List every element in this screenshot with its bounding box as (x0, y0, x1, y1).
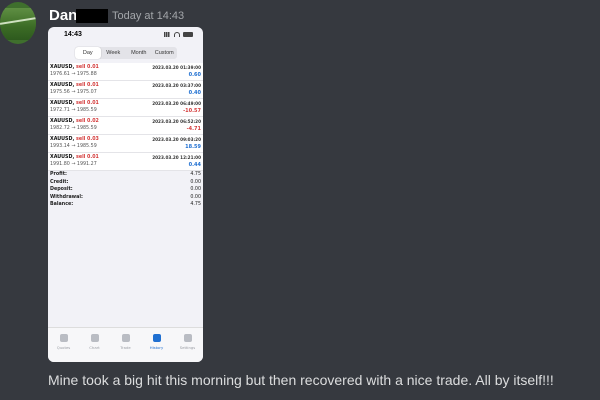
trade-prices: 1991.80 → 1991.27 (50, 162, 97, 167)
tab-custom[interactable]: Custom (152, 47, 178, 59)
trade-profit: 18.59 (185, 144, 201, 150)
tab-label: History (149, 345, 164, 350)
phone-time: 14:43 (64, 31, 82, 38)
trade-prices: 1993.14 → 1985.59 (50, 144, 97, 149)
username[interactable]: Dan (49, 7, 77, 24)
summary-value: 0.00 (190, 194, 201, 200)
message-text: Mine took a big hit this morning but the… (48, 372, 554, 388)
trade-date: 2023.03.20 06:52:20 (152, 119, 201, 124)
trade-symbol: XAUUSD, sell 0.01 (50, 101, 99, 106)
redaction-bar (76, 9, 108, 23)
status-icons (164, 32, 193, 37)
trade-symbol: XAUUSD, sell 0.03 (50, 137, 99, 142)
summary-row: Profit: 4.75 (48, 172, 203, 180)
tab-settings[interactable]: Settings (172, 328, 203, 362)
summary-value: 4.75 (190, 202, 201, 207)
tab-label: Chart (89, 345, 100, 350)
trade-profit: 0.40 (188, 90, 201, 96)
trade-row[interactable]: XAUUSD, sell 0.01 1972.71 → 1985.59 2023… (48, 99, 203, 117)
tab-label: Trade (120, 345, 131, 350)
summary-value: 0.00 (190, 187, 201, 192)
trade-prices: 1976.61 → 1975.88 (50, 72, 97, 77)
summary-label: Profit: (50, 172, 67, 177)
tab-history[interactable]: History (141, 328, 172, 362)
trade-row[interactable]: XAUUSD, sell 0.02 1982.72 → 1985.59 2023… (48, 117, 203, 135)
trade-prices: 1982.72 → 1985.59 (50, 126, 97, 131)
trade-symbol: XAUUSD, sell 0.02 (50, 119, 99, 124)
summary-label: Withdrawal: (50, 194, 83, 200)
message-timestamp: Today at 14:43 (112, 10, 185, 22)
settings-icon (183, 334, 192, 342)
tab-trade[interactable]: Trade (110, 328, 141, 362)
signal-icon (164, 32, 171, 37)
trade-row[interactable]: XAUUSD, sell 0.01 1975.56 → 1975.07 2023… (48, 81, 203, 99)
bottom-tab-bar: Quotes Chart Trade History Settings (48, 327, 203, 362)
tab-chart[interactable]: Chart (79, 328, 110, 362)
trade-icon (121, 334, 130, 342)
trade-date: 2023.03.20 06:49:00 (152, 101, 201, 106)
trade-profit: -10.57 (183, 108, 201, 114)
trade-profit: 0.44 (188, 162, 201, 168)
trade-row[interactable]: XAUUSD, sell 0.01 1991.80 → 1991.27 2023… (48, 153, 203, 171)
summary-label: Deposit: (50, 187, 73, 192)
trade-symbol: XAUUSD, sell 0.01 (50, 65, 99, 70)
summary-row: Withdrawal: 0.00 (48, 195, 203, 203)
trade-row[interactable]: XAUUSD, sell 0.03 1993.14 → 1985.59 2023… (48, 135, 203, 153)
trade-date: 2023.03.20 03:37:00 (152, 83, 201, 88)
trade-date: 2023.03.20 09:03:20 (152, 137, 201, 142)
tab-label: Quotes (56, 345, 71, 350)
summary-row: Deposit: 0.00 (48, 187, 203, 195)
tab-label: Settings (179, 345, 196, 350)
tab-quotes[interactable]: Quotes (48, 328, 79, 362)
trade-prices: 1975.56 → 1975.07 (50, 90, 97, 95)
trade-list: XAUUSD, sell 0.01 1976.61 → 1975.88 2023… (48, 63, 203, 171)
quotes-icon (59, 334, 68, 342)
trade-date: 2023.03.20 01:39:00 (152, 65, 201, 70)
trade-symbol: XAUUSD, sell 0.01 (50, 155, 99, 160)
summary-row: Credit: 0.00 (48, 180, 203, 188)
summary-label: Balance: (50, 202, 74, 207)
trade-symbol: XAUUSD, sell 0.01 (50, 83, 99, 88)
summary-row: Balance: 4.75 (48, 202, 203, 210)
trade-prices: 1972.71 → 1985.59 (50, 108, 97, 113)
tab-month[interactable]: Month (126, 47, 152, 59)
account-summary: Profit: 4.75 Credit: 0.00 Deposit: 0.00 … (48, 172, 203, 210)
avatar[interactable] (0, 2, 36, 44)
summary-value: 0.00 (190, 179, 201, 185)
period-selector: Day Week Month Custom (75, 47, 177, 59)
tab-week[interactable]: Week (101, 47, 127, 59)
trade-row[interactable]: XAUUSD, sell 0.01 1976.61 → 1975.88 2023… (48, 63, 203, 81)
wifi-icon (174, 32, 180, 37)
tab-day[interactable]: Day (75, 47, 101, 59)
summary-value: 4.75 (190, 172, 201, 177)
battery-icon (183, 32, 193, 37)
trade-date: 2023.03.20 12:21:00 (152, 155, 201, 160)
history-icon (152, 334, 161, 342)
summary-label: Credit: (50, 179, 69, 185)
screenshot-attachment[interactable]: 14:43 Day Week Month Custom XAUUSD, sell… (48, 27, 203, 362)
chart-icon (90, 334, 99, 342)
phone-status-bar: 14:43 (48, 27, 203, 43)
trade-profit: -4.71 (186, 126, 201, 132)
trade-profit: 0.60 (188, 72, 201, 78)
